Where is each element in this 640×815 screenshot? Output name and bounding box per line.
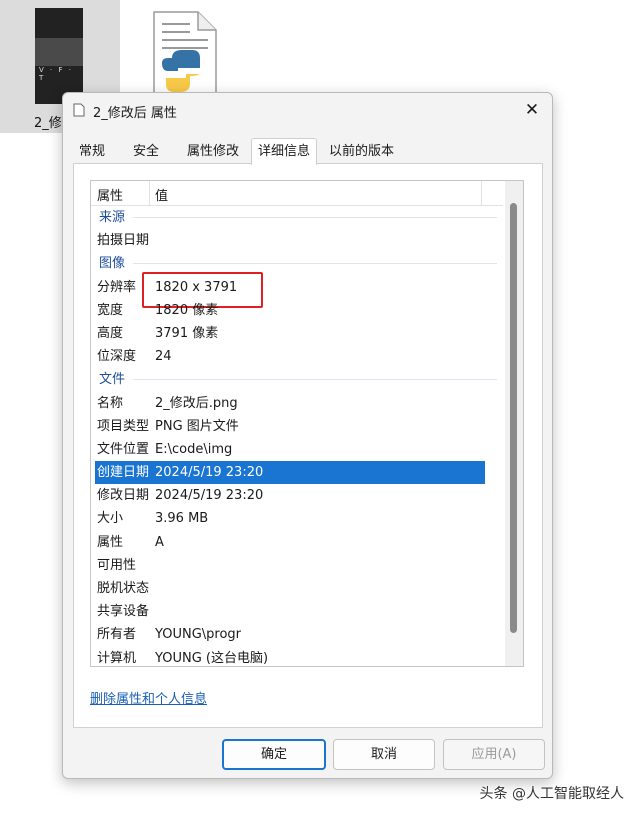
property-row[interactable]: 共享设备: [91, 600, 503, 623]
property-name: 分辨率: [97, 279, 137, 295]
column-header-property[interactable]: 属性: [97, 185, 123, 204]
property-name: 共享设备: [97, 604, 150, 620]
property-row[interactable]: 修改日期 2024/5/19 23:20: [91, 484, 503, 507]
property-name: 拍摄日期: [97, 233, 150, 249]
property-rows: 来源拍摄日期图像 分辨率 1820 x 3791 宽度 1820 像素高度 3791 像素…: [91, 206, 503, 666]
group-divider: [133, 263, 497, 265]
scrollbar-thumb[interactable]: [510, 203, 517, 633]
property-value: 2024/5/19 23:20: [155, 488, 264, 504]
apply-button[interactable]: 应用(A): [443, 739, 545, 770]
property-name: 项目类型: [97, 418, 150, 434]
property-row[interactable]: 所有者 YOUNG\progr: [91, 623, 503, 646]
property-row-selected[interactable]: 创建日期 2024/5/19 23:20: [95, 461, 485, 485]
property-value: 24: [155, 349, 172, 365]
group-divider: [133, 379, 497, 381]
ok-button[interactable]: 确定: [222, 739, 326, 770]
property-value: 2024/5/19 23:20: [155, 465, 264, 481]
property-name: 脱机状态: [97, 581, 150, 596]
tab-security[interactable]: 安全: [127, 141, 165, 163]
property-row[interactable]: 宽度 1820 像素: [91, 299, 503, 322]
python-file-icon[interactable]: [150, 10, 220, 100]
close-icon[interactable]: ✕: [522, 100, 542, 120]
watermark-text: 头条 @人工智能取经人: [479, 786, 624, 802]
property-value: E:\code\img: [155, 441, 233, 457]
title-bar[interactable]: 2_修改后 属性 ✕: [63, 93, 552, 127]
property-row[interactable]: 高度 3791 像素: [91, 322, 503, 345]
thumbnail-text: V · F · T: [39, 66, 73, 82]
property-row[interactable]: 计算机 YOUNG (这台电脑): [91, 647, 503, 666]
group-label: 文件: [99, 372, 126, 388]
tab-attribute-modify[interactable]: 属性修改: [181, 141, 245, 163]
group-label: 图像: [99, 256, 126, 272]
tab-previous-versions[interactable]: 以前的版本: [323, 141, 400, 163]
property-row[interactable]: 可用性: [91, 554, 503, 577]
property-name: 宽度: [97, 302, 124, 318]
property-value: A: [155, 534, 164, 550]
property-name: 所有者: [97, 627, 137, 643]
property-name: 可用性: [97, 557, 137, 573]
property-value: YOUNG (这台电脑): [155, 650, 269, 666]
property-name: 位深度: [97, 349, 137, 365]
property-value: YOUNG\progr: [155, 627, 242, 643]
dialog-title: 2_修改后 属性: [93, 106, 177, 121]
property-name: 修改日期: [97, 488, 150, 504]
image-thumbnail: V · F · T: [35, 8, 83, 104]
file-name-label: 2_修: [34, 116, 62, 131]
property-name: 高度: [97, 325, 124, 341]
details-panel: 属性 值 来源拍摄日期图像 分辨率 1820 x 3791 宽度 1820 像素高度 37…: [73, 163, 543, 728]
column-header-value[interactable]: 值: [155, 185, 168, 204]
cancel-button[interactable]: 取消: [333, 739, 435, 770]
property-row[interactable]: 大小 3.96 MB: [91, 507, 503, 530]
property-name: 计算机: [97, 650, 137, 666]
property-row[interactable]: 文件位置 E:\code\img: [91, 438, 503, 461]
property-row[interactable]: 脱机状态: [91, 577, 503, 600]
property-value: 3.96 MB: [155, 511, 209, 527]
vertical-scrollbar[interactable]: [505, 181, 523, 666]
group-label: 来源: [99, 210, 126, 225]
property-list[interactable]: 属性 值 来源拍摄日期图像 分辨率 1820 x 3791 宽度 1820 像素高度 37…: [90, 180, 524, 667]
group-divider: [133, 217, 497, 218]
column-header: 属性 值: [91, 181, 503, 206]
property-value: PNG 图片文件: [155, 418, 239, 434]
properties-dialog: 2_修改后 属性 ✕ 常规 安全 属性修改 详细信息 以前的版本 属性 值 来源…: [62, 92, 553, 779]
property-row[interactable]: 分辨率 1820 x 3791: [91, 271, 503, 308]
property-name: 文件位置: [97, 441, 150, 457]
file-icon: [73, 103, 85, 117]
remove-properties-link[interactable]: 删除属性和个人信息: [90, 688, 207, 707]
group-header[interactable]: 来源: [91, 206, 503, 229]
group-header[interactable]: 文件: [91, 368, 503, 391]
property-value: 2_修改后.png: [155, 395, 238, 411]
tab-general[interactable]: 常规: [73, 141, 111, 163]
property-value: 1820 像素: [155, 302, 219, 318]
property-row[interactable]: 位深度 24: [91, 345, 503, 368]
property-row[interactable]: 拍摄日期: [91, 229, 503, 252]
property-name: 大小: [97, 511, 124, 527]
tab-details[interactable]: 详细信息: [251, 138, 318, 165]
property-value: 3791 像素: [155, 325, 219, 341]
property-row[interactable]: 名称 2_修改后.png: [91, 392, 503, 415]
property-row[interactable]: 属性 A: [91, 531, 503, 554]
property-row[interactable]: 项目类型 PNG 图片文件: [91, 415, 503, 438]
property-name: 创建日期: [97, 465, 150, 481]
property-name: 名称: [97, 395, 124, 411]
property-name: 属性: [97, 534, 124, 550]
